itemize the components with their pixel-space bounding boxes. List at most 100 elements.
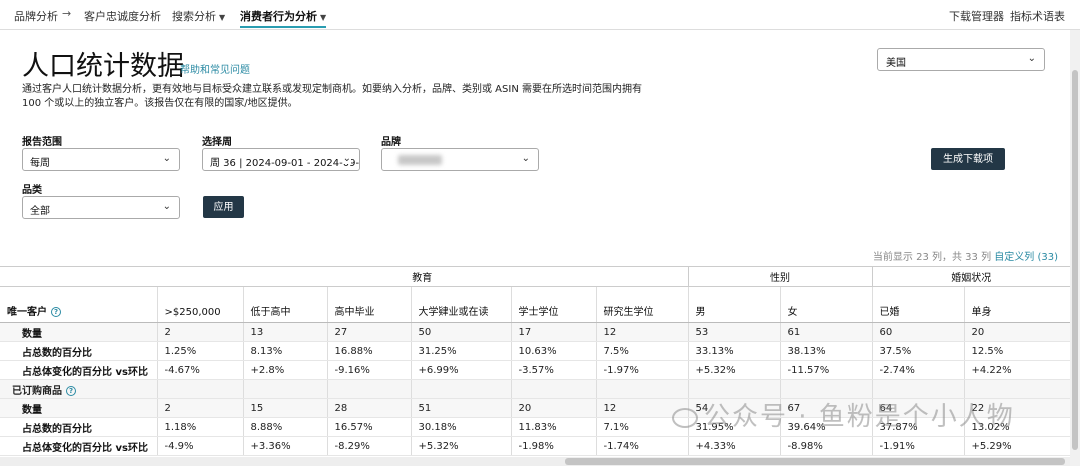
category-label: 品类 <box>22 185 42 196</box>
row-label: 占总体变化的百分比 vs环比 <box>0 436 158 456</box>
row-label: 占总体变化的百分比 vs环比 <box>0 360 158 380</box>
table-cell: -8.29% <box>327 436 412 456</box>
table-cell: +4.22% <box>964 360 1071 380</box>
customize-columns-link[interactable]: 自定义列 (33) <box>994 252 1058 263</box>
brand-select[interactable]: ⌄ <box>381 148 539 171</box>
empty-cell <box>157 379 244 399</box>
chevron-down-icon: ▼ <box>320 13 327 22</box>
help-faq-link[interactable]: 帮助和常见问题 <box>180 61 250 76</box>
horizontal-scroll-thumb[interactable] <box>565 458 1065 465</box>
table-cell: 53 <box>688 322 781 342</box>
help-icon[interactable]: ? <box>66 385 76 396</box>
column-count-text: 当前显示 23 列，共 33 列 <box>872 252 992 263</box>
table-cell: 11.83% <box>511 417 597 437</box>
nav-search-label: 搜索分析 <box>172 10 216 23</box>
section-title: 已订购商品? <box>0 379 158 399</box>
column-header[interactable]: 高中毕业 <box>327 286 412 323</box>
table-cell: 37.5% <box>872 341 965 361</box>
table-cell: 16.57% <box>327 417 412 437</box>
chevron-down-icon: ⌄ <box>162 153 171 164</box>
column-display-info: 当前显示 23 列，共 33 列 自定义列 (33) <box>873 248 1058 263</box>
nav-consumer-label: 消费者行为分析 <box>240 10 317 23</box>
table-cell: -3.57% <box>511 360 597 380</box>
table-cell: +6.99% <box>411 360 512 380</box>
group-header-education: 教育 <box>157 266 689 287</box>
vertical-scrollbar[interactable] <box>1070 30 1080 466</box>
country-select[interactable]: 美国 ⌄ <box>877 48 1045 71</box>
table-cell: 1.18% <box>157 417 244 437</box>
report-range-select[interactable]: 每周 ⌄ <box>22 148 180 171</box>
category-value: 全部 <box>30 206 50 217</box>
week-select[interactable]: 周 36 | 2024-09-01 - 2024-09- ⌄ <box>202 148 360 171</box>
column-header[interactable]: 大学肄业或在读 <box>411 286 512 323</box>
empty-cell <box>411 379 512 399</box>
chevron-down-icon: ▼ <box>219 13 226 22</box>
table-cell: -8.98% <box>780 436 873 456</box>
help-icon[interactable]: ? <box>51 307 61 317</box>
column-header[interactable]: 男 <box>688 286 781 323</box>
column-header[interactable]: 单身 <box>964 286 1071 323</box>
column-header[interactable]: 研究生学位 <box>596 286 689 323</box>
column-header[interactable]: 已婚 <box>872 286 965 323</box>
empty-cell <box>243 379 328 399</box>
table-cell: 10.63% <box>511 341 597 361</box>
category-select[interactable]: 全部 ⌄ <box>22 196 180 219</box>
table-row: 占总体变化的百分比 vs环比 -4.9% +3.36% -8.29% +5.32% -1.… <box>0 436 1071 456</box>
table-cell: 51 <box>411 398 512 418</box>
column-header[interactable]: >$250,000 <box>157 286 244 323</box>
table-cell: 12.5% <box>964 341 1071 361</box>
table-cell: +5.32% <box>688 360 781 380</box>
table-row: 数量 2 13 27 50 17 12 53 61 60 20 <box>0 322 1071 342</box>
table-cell: 2 <box>157 322 244 342</box>
apply-button[interactable]: 应用 <box>203 196 244 218</box>
table-cell: +5.32% <box>411 436 512 456</box>
table-cell: -9.16% <box>327 360 412 380</box>
table-cell: 7.5% <box>596 341 689 361</box>
table-cell: 20 <box>964 322 1071 342</box>
table-cell: 13 <box>243 322 328 342</box>
table-cell: -1.91% <box>872 436 965 456</box>
column-header[interactable]: 女 <box>780 286 873 323</box>
table-cell: +3.36% <box>243 436 328 456</box>
table-cell: -2.74% <box>872 360 965 380</box>
page-title: 人口统计数据 <box>22 51 184 82</box>
generate-download-button[interactable]: 生成下载项 <box>931 148 1005 170</box>
table-cell: -1.74% <box>596 436 689 456</box>
nav-consumer-behavior[interactable]: 消费者行为分析 ▼ <box>240 8 327 28</box>
table-cell: 38.13% <box>780 341 873 361</box>
metrics-glossary-link[interactable]: 指标术语表 <box>1010 8 1065 24</box>
vertical-scroll-thumb[interactable] <box>1072 70 1078 450</box>
table-row: 占总体变化的百分比 vs环比 -4.67% +2.8% -9.16% +6.99% -3.… <box>0 360 1071 380</box>
table-cell: 8.88% <box>243 417 328 437</box>
chevron-down-icon: ⌄ <box>162 201 171 212</box>
table-cell: +2.8% <box>243 360 328 380</box>
table-cell: 20 <box>511 398 597 418</box>
nav-brand-analytics[interactable]: 品牌分析 <box>14 8 58 24</box>
column-header-unique-customers: 唯一客户? <box>0 286 158 323</box>
table-cell: 27 <box>327 322 412 342</box>
nav-customer-loyalty[interactable]: 客户忠诚度分析 <box>84 8 161 24</box>
table-cell: 30.18% <box>411 417 512 437</box>
row-label: 占总数的百分比 <box>0 417 158 437</box>
column-header[interactable]: 低于高中 <box>243 286 328 323</box>
country-value: 美国 <box>886 58 906 69</box>
chevron-down-icon: ⌄ <box>342 153 351 164</box>
horizontal-scrollbar[interactable] <box>0 457 1070 466</box>
chevron-down-icon: ⌄ <box>521 153 530 164</box>
column-header[interactable]: 学士学位 <box>511 286 597 323</box>
table-cell: 61 <box>780 322 873 342</box>
table-row: 占总数的百分比 1.25% 8.13% 16.88% 31.25% 10.63% 7.5% 3… <box>0 341 1071 361</box>
report-range-label: 报告范围 <box>22 137 62 148</box>
nav-search-analytics[interactable]: 搜索分析 ▼ <box>172 8 225 24</box>
table-cell: 31.25% <box>411 341 512 361</box>
table-cell: +5.29% <box>964 436 1071 456</box>
group-header-gender: 性别 <box>688 266 873 287</box>
table-cell: +4.33% <box>688 436 781 456</box>
watermark-text: 公众号 · 鱼粉是个小人物 <box>704 402 1015 432</box>
week-label: 选择周 <box>202 137 232 148</box>
table-cell: 1.25% <box>157 341 244 361</box>
page-description: 通过客户人口统计数据分析，更有效地与目标受众建立联系或发现定制商机。如要纳入分析… <box>22 84 642 109</box>
download-manager-link[interactable]: 下载管理器 <box>949 8 1004 24</box>
table-cell: -1.98% <box>511 436 597 456</box>
top-nav: 品牌分析 → 客户忠诚度分析 搜索分析 ▼ 消费者行为分析 ▼ 下载管理器 指标术语… <box>0 0 1080 30</box>
